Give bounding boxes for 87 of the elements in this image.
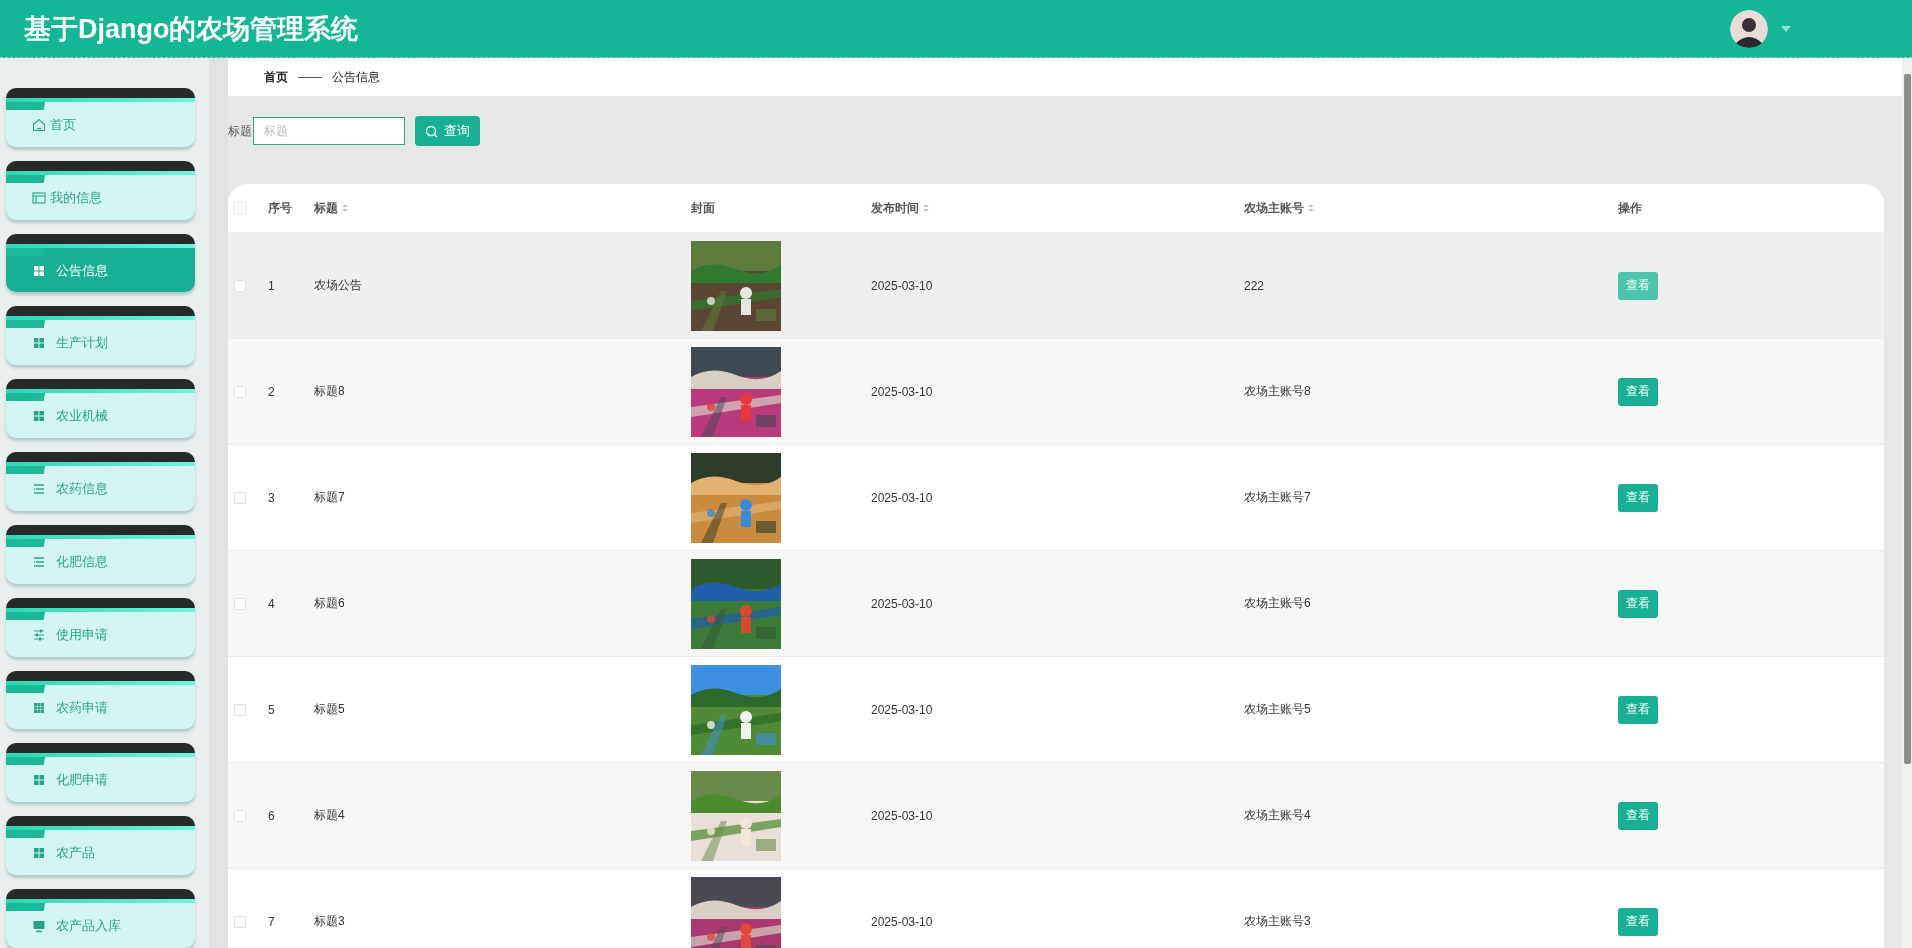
table-cell: 农场主账号4 <box>1244 807 1311 824</box>
grid-icon <box>32 409 46 424</box>
table-cell: 7 <box>268 914 275 929</box>
column-header[interactable]: 标题 <box>314 199 338 217</box>
avatar-icon[interactable] <box>1730 9 1768 48</box>
table-cell: 2025-03-10 <box>871 808 933 823</box>
grid-icon <box>32 773 46 788</box>
row-checkbox[interactable] <box>234 491 246 504</box>
row-checkbox[interactable] <box>234 597 246 610</box>
table-cell: 农场主账号7 <box>1244 489 1311 506</box>
table-cell: 2025-03-10 <box>871 278 933 293</box>
search-button[interactable]: 查询 <box>415 116 480 146</box>
table-cell: 农场公告 <box>314 277 362 294</box>
row-checkbox[interactable] <box>234 385 246 398</box>
view-button[interactable]: 查看 <box>1618 907 1658 936</box>
table-cell: 农场主账号5 <box>1244 701 1311 718</box>
table-cell: 标题7 <box>314 489 345 506</box>
table-cell: 2025-03-10 <box>871 914 933 929</box>
view-button[interactable]: 查看 <box>1618 377 1658 406</box>
sidebar-item[interactable]: 农业机械 <box>6 379 195 439</box>
row-checkbox[interactable] <box>234 703 246 716</box>
sliders-icon <box>32 627 46 642</box>
table-cell: 农场主账号8 <box>1244 383 1311 400</box>
table-cell: 2025-03-10 <box>871 490 933 505</box>
scrollbar-thumb[interactable] <box>1904 74 1911 764</box>
list-icon <box>32 482 46 497</box>
breadcrumb-item[interactable]: 首页 <box>264 68 288 86</box>
sidebar-item[interactable]: 农产品 <box>6 816 195 876</box>
view-button[interactable]: 查看 <box>1618 483 1658 512</box>
column-header: 封面 <box>691 199 715 217</box>
sidebar-item[interactable]: 公告信息 <box>6 233 195 293</box>
table-cell: 5 <box>268 702 275 717</box>
view-button[interactable]: 查看 <box>1618 271 1658 300</box>
table-cell: 2 <box>268 384 275 399</box>
row-checkbox[interactable] <box>234 915 246 928</box>
breadcrumb-item: 公告信息 <box>332 68 380 86</box>
view-button[interactable]: 查看 <box>1618 801 1658 830</box>
table-cell: 2025-03-10 <box>871 702 933 717</box>
view-button[interactable]: 查看 <box>1618 589 1658 618</box>
sidebar-item[interactable]: 使用申请 <box>6 597 195 657</box>
table-cell: 6 <box>268 808 275 823</box>
sort-icon[interactable] <box>342 203 348 213</box>
table-cell: 农场主账号6 <box>1244 595 1311 612</box>
row-checkbox[interactable] <box>234 279 246 292</box>
card-icon <box>32 190 46 205</box>
table-cell: 标题6 <box>314 595 345 612</box>
sort-icon[interactable] <box>923 203 929 213</box>
sort-icon[interactable] <box>1308 203 1314 213</box>
grid-icon <box>32 263 46 278</box>
sidebar-item[interactable]: 生产计划 <box>6 306 195 366</box>
apps-icon <box>32 700 46 715</box>
table-cell: 3 <box>268 490 275 505</box>
monitor-icon <box>32 919 46 934</box>
app-title: 基于Django的农场管理系统 <box>24 12 360 46</box>
title-search-field[interactable]: 标题 <box>253 117 405 145</box>
field-label: 标题 <box>228 122 252 140</box>
grid-icon <box>32 336 46 351</box>
table-cell: 2025-03-10 <box>871 596 933 611</box>
table-cell: 4 <box>268 596 275 611</box>
table-cell: 标题5 <box>314 701 345 718</box>
sidebar-item[interactable]: 化肥申请 <box>6 743 195 803</box>
table-cell: 2025-03-10 <box>871 384 933 399</box>
sidebar-item[interactable]: 农药申请 <box>6 670 195 730</box>
table-cell: 农场主账号3 <box>1244 913 1311 930</box>
column-header: 操作 <box>1618 199 1642 217</box>
table-cell: 222 <box>1244 278 1265 293</box>
table-cell: 1 <box>268 278 275 293</box>
table-cell: 标题8 <box>314 383 345 400</box>
row-checkbox[interactable] <box>234 809 246 822</box>
home-icon <box>32 118 46 132</box>
column-header: 序号 <box>268 199 292 217</box>
table-cell: 标题4 <box>314 807 345 824</box>
sidebar-item[interactable]: 化肥信息 <box>6 524 195 584</box>
sidebar-item[interactable]: 首页 <box>6 88 195 147</box>
sidebar-item[interactable]: 农产品入库 <box>6 889 195 948</box>
table-cell: 标题3 <box>314 913 345 930</box>
view-button[interactable]: 查看 <box>1618 695 1658 724</box>
sidebar-item[interactable]: 我的信息 <box>6 160 195 220</box>
grid-icon <box>32 846 46 861</box>
caret-icon[interactable] <box>1780 24 1792 33</box>
breadcrumb-separator: —— <box>298 70 322 84</box>
sidebar-item[interactable]: 农药信息 <box>6 452 195 511</box>
list-icon <box>32 554 46 569</box>
column-header[interactable]: 发布时间 <box>871 199 919 217</box>
search-icon <box>425 124 438 138</box>
column-header[interactable]: 农场主账号 <box>1244 199 1304 217</box>
select-all-checkbox[interactable] <box>234 202 246 214</box>
